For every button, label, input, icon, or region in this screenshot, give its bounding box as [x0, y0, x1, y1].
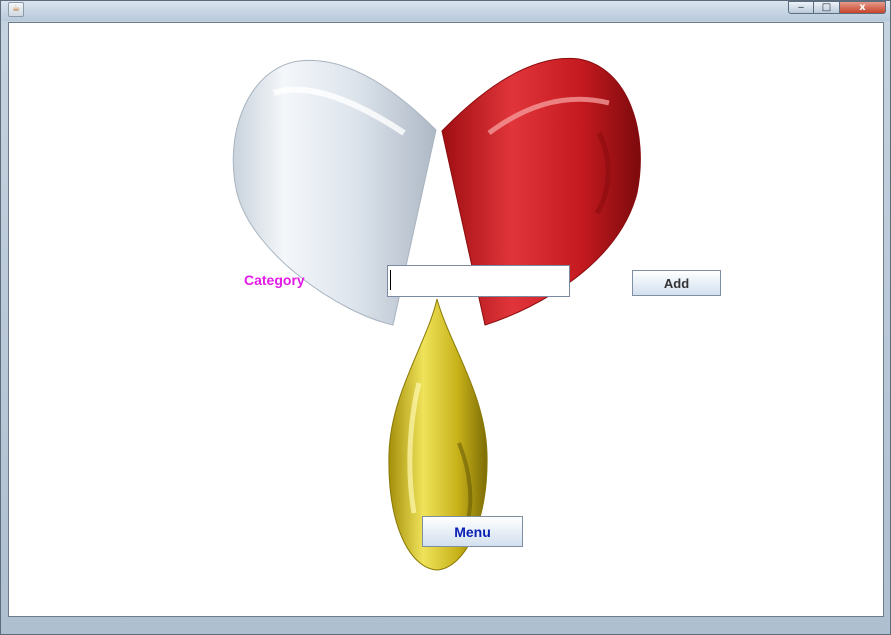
maximize-button[interactable]: □: [814, 1, 840, 14]
java-cup-icon[interactable]: ☕: [8, 2, 24, 17]
add-button[interactable]: Add: [632, 270, 721, 296]
text-caret: [390, 270, 391, 290]
close-button[interactable]: x: [840, 1, 886, 14]
category-label: Category: [244, 272, 305, 288]
menu-button[interactable]: Menu: [422, 516, 523, 547]
content-panel: Category Add Menu: [8, 22, 884, 617]
title-bar[interactable]: ☕ ‒ □ x: [1, 1, 890, 21]
minimize-button[interactable]: ‒: [788, 1, 814, 14]
category-input[interactable]: [387, 265, 570, 297]
window-controls: ‒ □ x: [788, 1, 886, 15]
application-window: ☕ ‒ □ x Category Add Menu: [0, 0, 891, 635]
